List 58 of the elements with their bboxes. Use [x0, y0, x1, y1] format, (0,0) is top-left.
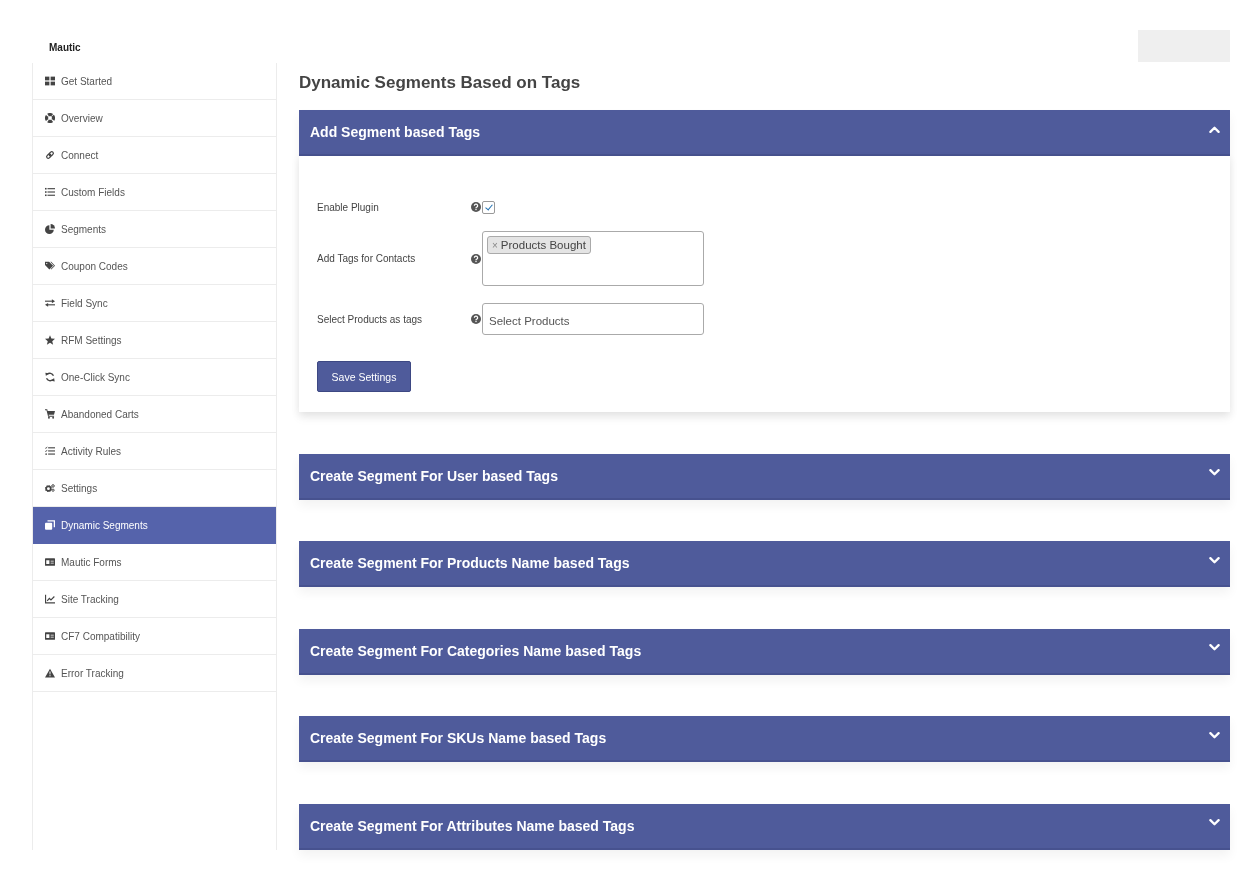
gears-icon: [45, 483, 55, 493]
checkbox[interactable]: [482, 200, 495, 214]
sync-icon: [45, 372, 55, 382]
sidebar-item[interactable]: Mautic Forms: [33, 544, 276, 581]
cart-icon: [45, 409, 55, 419]
help-icon[interactable]: [470, 202, 481, 212]
id-card-icon: [45, 557, 55, 567]
id-card-icon: [45, 631, 55, 641]
page-title: Dynamic Segments Based on Tags: [299, 73, 582, 93]
sidebar-item[interactable]: CF7 Compatibility: [33, 618, 276, 655]
star-icon: [45, 335, 55, 345]
accordion-header[interactable]: Create Segment For Attributes Name based Tags: [299, 803, 1230, 850]
warning-icon: [45, 668, 55, 678]
accordion-header[interactable]: Create Segment For Products Name based Tags: [299, 541, 1230, 587]
chevron-down-icon: [1209, 556, 1220, 564]
sidebar-item[interactable]: One-Click Sync: [33, 359, 276, 396]
sidebar-item[interactable]: Abandoned Carts: [33, 396, 276, 433]
help-icon[interactable]: [470, 314, 481, 324]
sidebar-item[interactable]: Site Tracking: [33, 581, 276, 618]
copy-icon: [45, 520, 55, 530]
brand-name: Mautic: [49, 42, 81, 53]
tag-label: Products Bought: [500, 239, 586, 251]
chevron-down-icon: [1209, 644, 1220, 651]
field-label: Add Tags for Contacts: [317, 253, 417, 264]
tags-field[interactable]: × Products Bought: [482, 231, 704, 286]
sidebar-item[interactable]: RFM Settings: [33, 322, 276, 359]
chevron-down-icon: [1209, 731, 1220, 739]
sidebar-item[interactable]: Dynamic Segments: [33, 507, 276, 544]
sidebar-item[interactable]: Segments: [33, 211, 276, 248]
pie-chart-icon: [45, 224, 55, 234]
line-chart-icon: [45, 594, 55, 604]
accordion-header[interactable]: Create Segment For User based Tags: [299, 453, 1230, 500]
field-label: Enable Plugin: [317, 201, 380, 213]
checklist-icon: [45, 446, 55, 456]
chevron-up-icon: [1209, 125, 1220, 133]
sidebar-item[interactable]: Coupon Codes: [33, 248, 276, 285]
save-button[interactable]: Save Settings: [317, 361, 411, 392]
swap-arrows-icon: [45, 298, 55, 308]
sidebar-item[interactable]: Get Started: [33, 63, 276, 100]
chevron-down-icon: [1209, 469, 1220, 476]
sidebar-item[interactable]: Error Tracking: [33, 655, 276, 692]
link-icon: [45, 150, 55, 160]
sidebar-item[interactable]: Custom Fields: [33, 174, 276, 211]
accordion-header[interactable]: Create Segment For SKUs Name based Tags: [299, 716, 1230, 762]
select-field[interactable]: Select Products: [482, 303, 704, 335]
sidebar-item[interactable]: Activity Rules: [33, 433, 276, 470]
accordion-header[interactable]: Create Segment For Categories Name based Tags: [299, 628, 1230, 675]
sidebar-item[interactable]: Overview: [33, 100, 276, 137]
sidebar-item[interactable]: Connect: [33, 137, 276, 174]
grid-icon: [45, 76, 55, 86]
field-label: Select Products as tags: [317, 313, 424, 325]
accordion-header[interactable]: Add Segment based Tags: [299, 110, 1230, 156]
tags-icon: [45, 261, 55, 271]
help-icon[interactable]: [470, 253, 481, 264]
chevron-down-icon: [1209, 819, 1220, 826]
life-ring-icon: [45, 113, 55, 123]
list-icon: [45, 187, 55, 197]
sidebar-item[interactable]: Field Sync: [33, 285, 276, 322]
